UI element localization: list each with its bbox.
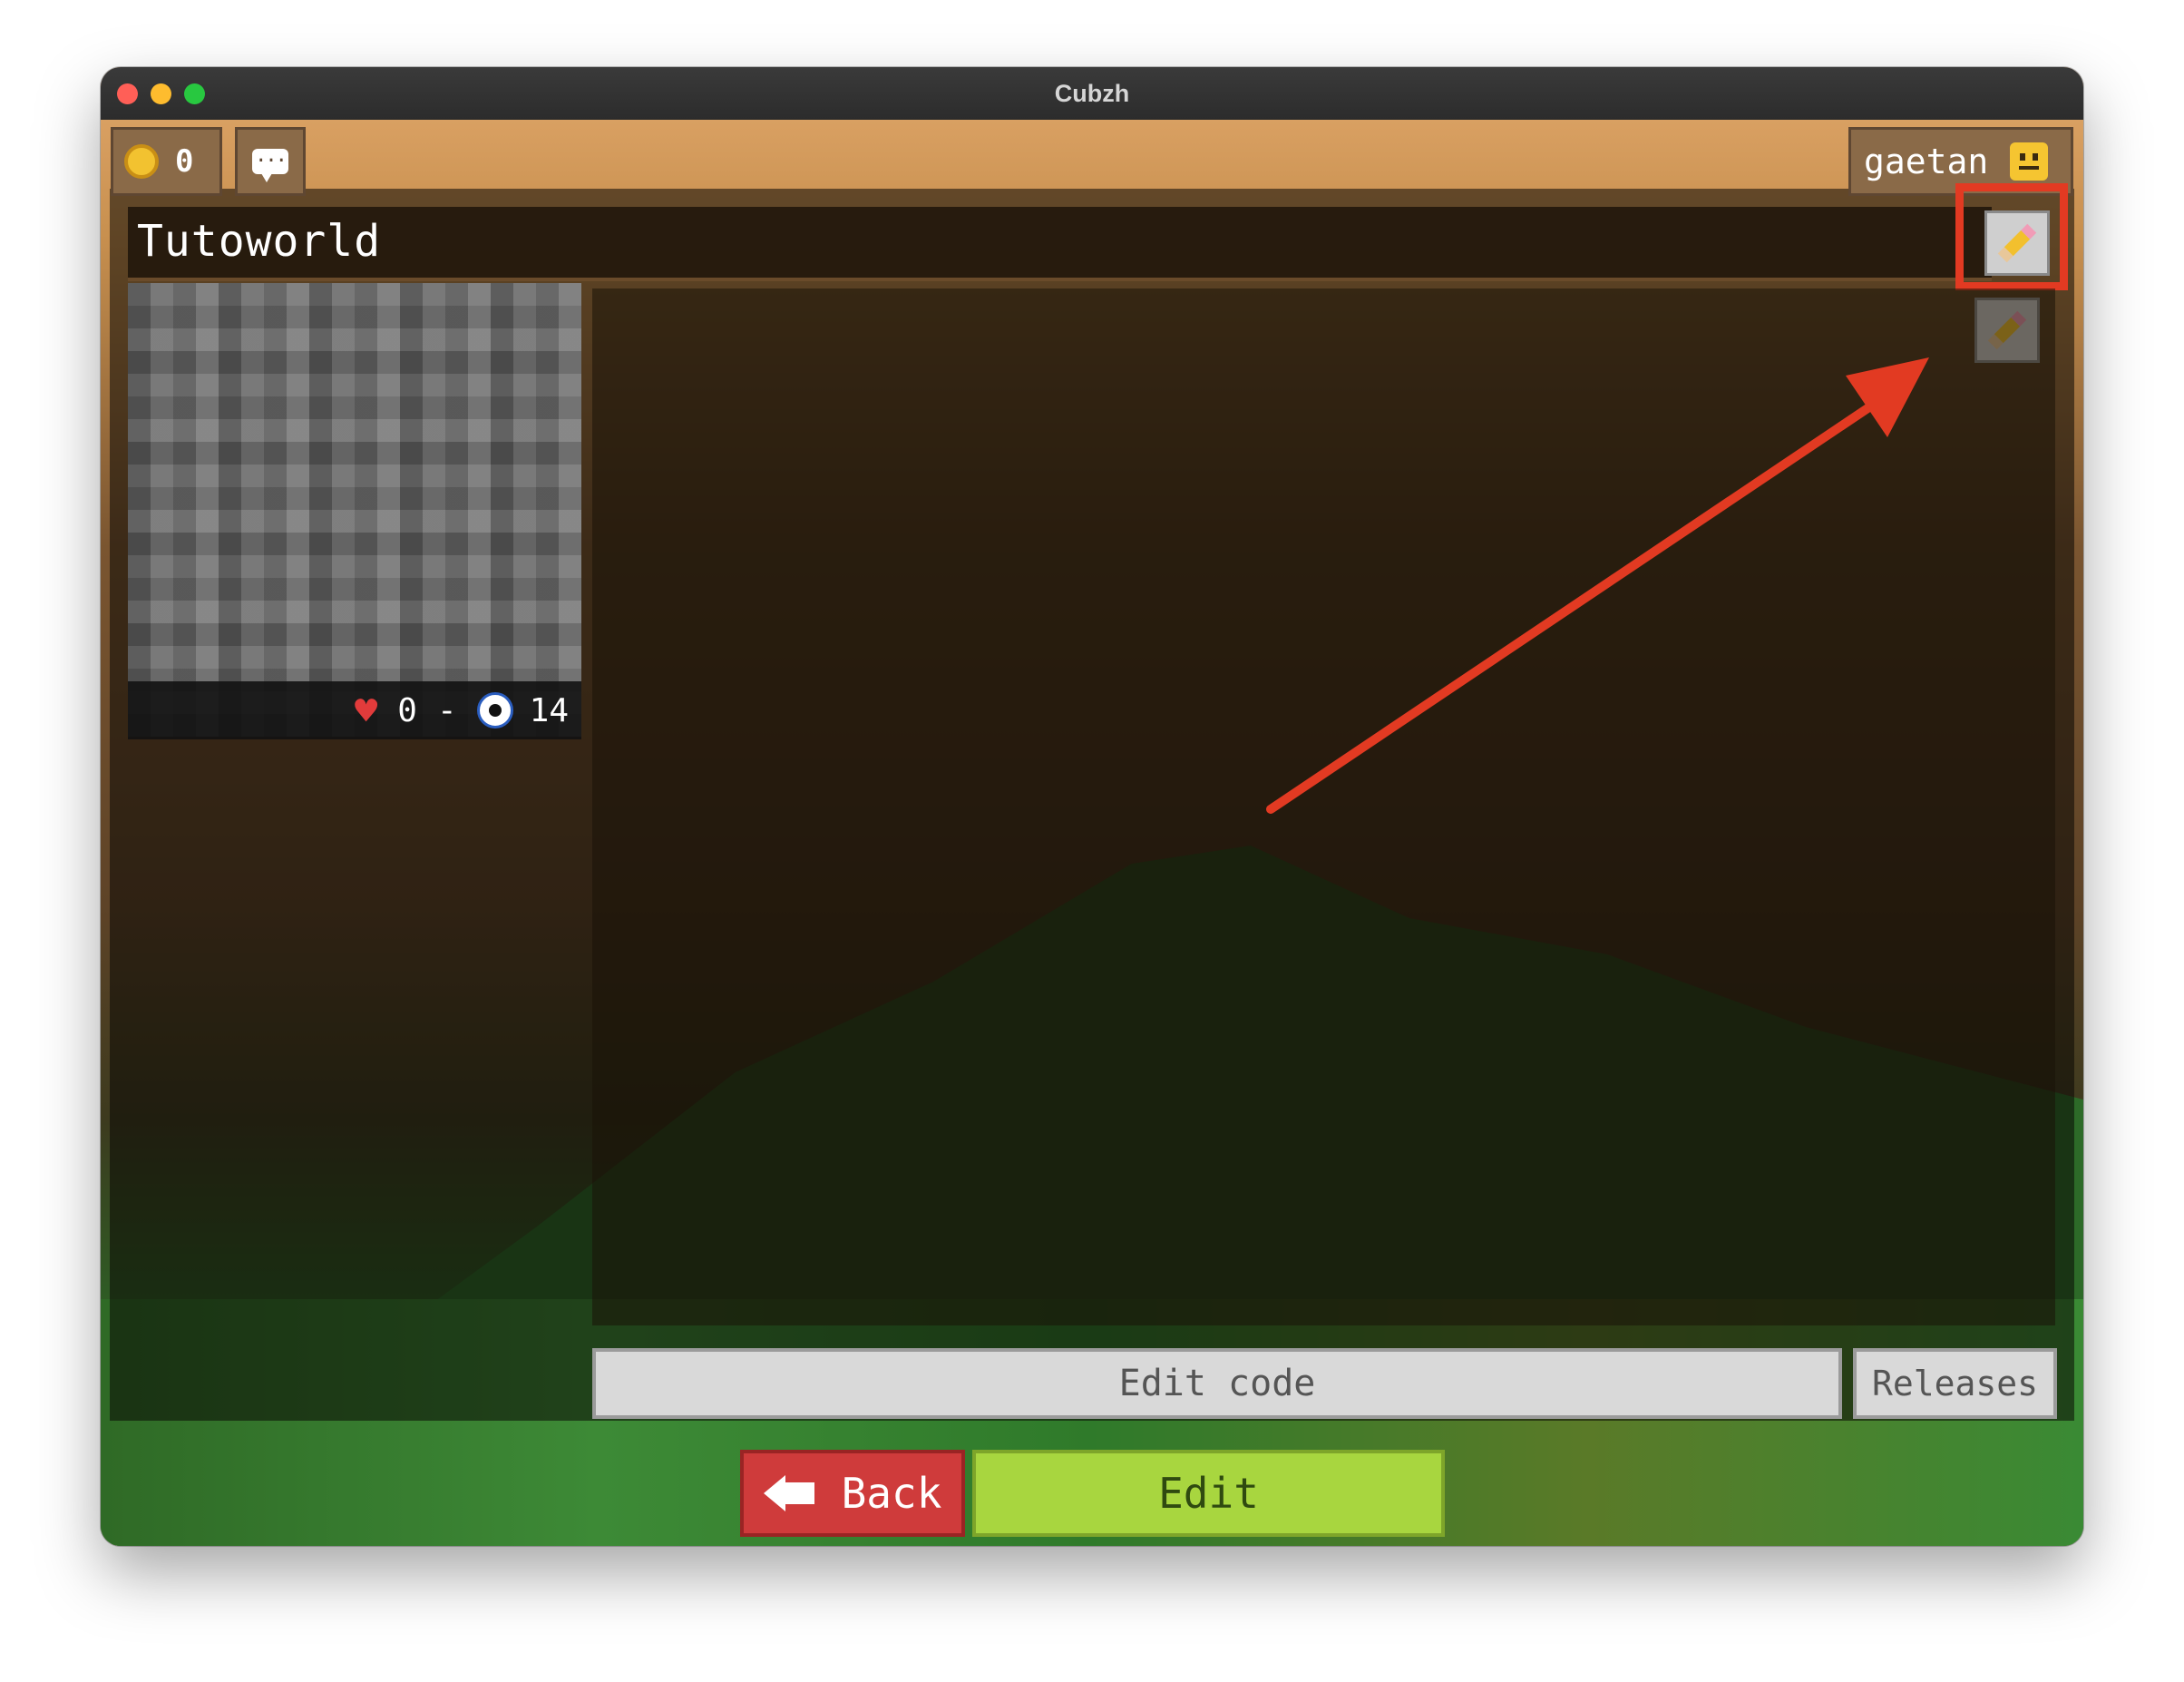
back-label: Back xyxy=(841,1469,942,1518)
releases-label: Releases xyxy=(1871,1364,2039,1403)
window-title: Cubzh xyxy=(1054,80,1130,107)
app-window: Cubzh 0 ··· gaetan Tutoworld ♥ 0 - 14 Ed… xyxy=(101,67,2083,1546)
releases-button[interactable]: Releases xyxy=(1853,1348,2057,1419)
stats-separator: - xyxy=(436,691,457,729)
edit-label: Edit xyxy=(1158,1469,1259,1518)
likes-count: 0 xyxy=(397,691,417,729)
window-titlebar: Cubzh xyxy=(101,67,2083,121)
chat-bubble-icon: ··· xyxy=(252,149,288,182)
back-arrow-icon xyxy=(763,1475,814,1511)
heart-icon: ♥ xyxy=(354,688,378,733)
username: gaetan xyxy=(1864,142,1989,181)
world-thumbnail xyxy=(128,283,581,737)
game-content: 0 ··· gaetan Tutoworld ♥ 0 - 14 Edit cod… xyxy=(101,120,2083,1546)
back-button[interactable]: Back xyxy=(740,1450,965,1537)
chat-dots: ··· xyxy=(255,150,288,172)
views-count: 14 xyxy=(529,691,569,729)
coin-count: 0 xyxy=(175,143,194,180)
smiley-avatar-icon xyxy=(2010,142,2049,181)
coin-icon xyxy=(124,144,159,179)
coins-button[interactable]: 0 xyxy=(111,127,222,196)
world-title: Tutoworld xyxy=(137,216,382,267)
world-preview-area xyxy=(592,288,2055,1325)
chat-button[interactable]: ··· xyxy=(235,127,306,196)
edit-button[interactable]: Edit xyxy=(972,1450,1445,1537)
eye-icon xyxy=(476,692,513,729)
world-title-bar: Tutoworld xyxy=(128,207,1992,281)
edit-code-label: Edit code xyxy=(1118,1363,1316,1404)
edit-code-button[interactable]: Edit code xyxy=(592,1348,1842,1419)
world-stats-bar: ♥ 0 - 14 xyxy=(128,681,581,739)
annotation-highlight-box xyxy=(1955,183,2068,290)
